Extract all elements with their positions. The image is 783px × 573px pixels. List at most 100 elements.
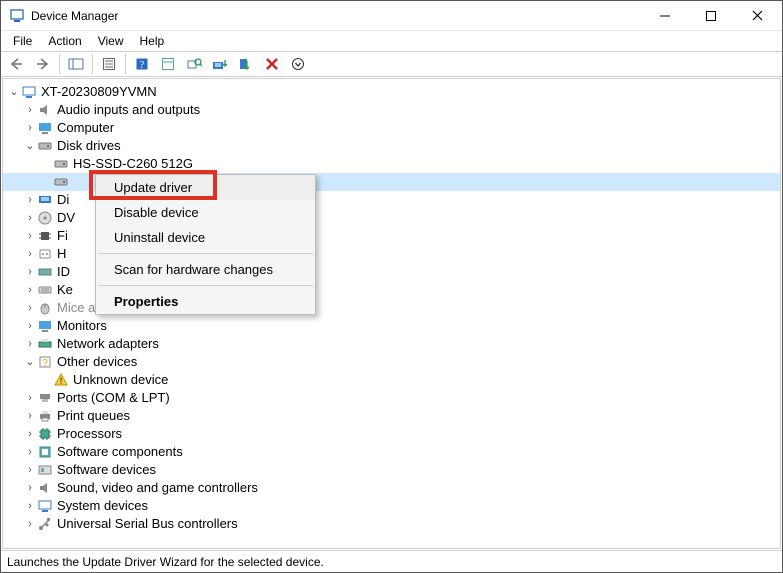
menu-help[interactable]: Help (132, 32, 173, 50)
action-icon-button[interactable] (156, 53, 180, 75)
menu-file[interactable]: File (5, 32, 40, 50)
software-device-icon (37, 462, 53, 478)
expand-toggle[interactable]: › (23, 245, 37, 263)
disk-icon (53, 156, 69, 172)
expand-toggle[interactable]: ⌄ (23, 353, 37, 371)
dvd-icon (37, 210, 53, 226)
tree-label: Monitors (57, 317, 107, 335)
titlebar: Device Manager (1, 1, 782, 31)
tree-node-software-components[interactable]: › Software components (3, 443, 780, 461)
system-device-icon (37, 498, 53, 514)
tree-node-print-queues[interactable]: › Print queues (3, 407, 780, 425)
tree-label: Ke (57, 281, 73, 299)
update-driver-toolbar-button[interactable] (208, 53, 232, 75)
chip-icon (37, 228, 53, 244)
forward-button[interactable] (31, 53, 55, 75)
expand-toggle[interactable]: › (23, 299, 37, 317)
expand-toggle[interactable]: › (23, 101, 37, 119)
statusbar-text: Launches the Update Driver Wizard for th… (7, 555, 324, 569)
expand-toggle[interactable]: › (23, 209, 37, 227)
expand-toggle[interactable]: › (23, 263, 37, 281)
context-properties[interactable]: Properties (96, 289, 315, 314)
tree-label: Network adapters (57, 335, 159, 353)
tree-node-processors[interactable]: › Processors (3, 425, 780, 443)
expand-toggle[interactable]: › (23, 497, 37, 515)
tree-label: Disk drives (57, 137, 121, 155)
disable-device-toolbar-button[interactable] (234, 53, 258, 75)
device-tree-panel[interactable]: ⌄ XT-20230809YVMN › Audio inputs and out… (2, 78, 781, 549)
expand-toggle[interactable]: › (23, 389, 37, 407)
tree-label: DV (57, 209, 75, 227)
expand-toggle[interactable]: › (23, 425, 37, 443)
app-icon (9, 8, 25, 24)
tree-label: Other devices (57, 353, 137, 371)
svg-text:?: ? (140, 60, 145, 71)
properties-button[interactable] (97, 53, 121, 75)
svg-text:?: ? (42, 358, 48, 369)
back-button[interactable] (5, 53, 29, 75)
warning-icon: ! (53, 372, 69, 388)
tree-node-audio[interactable]: › Audio inputs and outputs (3, 101, 780, 119)
context-separator (98, 253, 313, 254)
expand-toggle[interactable]: › (23, 515, 37, 533)
tree-label: Universal Serial Bus controllers (57, 515, 238, 533)
tree-node-usb[interactable]: › Universal Serial Bus controllers (3, 515, 780, 533)
disk-icon (37, 138, 53, 154)
tree-node-ports[interactable]: › Ports (COM & LPT) (3, 389, 780, 407)
toolbar: ? (1, 51, 782, 77)
tree-node-computer[interactable]: › Computer (3, 119, 780, 137)
tree-label: Print queues (57, 407, 130, 425)
minimize-button[interactable] (642, 1, 688, 31)
tree-label: Audio inputs and outputs (57, 101, 200, 119)
tree-node-disk-drives[interactable]: ⌄ Disk drives (3, 137, 780, 155)
expand-toggle[interactable]: ⌄ (23, 137, 37, 155)
hid-icon (37, 246, 53, 262)
uninstall-device-toolbar-button[interactable] (260, 53, 284, 75)
context-disable-device[interactable]: Disable device (96, 200, 315, 225)
maximize-button[interactable] (688, 1, 734, 31)
context-uninstall-device[interactable]: Uninstall device (96, 225, 315, 250)
show-hide-tree-button[interactable] (64, 53, 88, 75)
expand-toggle[interactable]: › (23, 407, 37, 425)
tree-node-system-devices[interactable]: › System devices (3, 497, 780, 515)
expand-toggle[interactable]: ⌄ (7, 83, 21, 101)
menu-view[interactable]: View (90, 32, 132, 50)
tree-label: ID (57, 263, 70, 281)
expand-toggle[interactable]: › (23, 461, 37, 479)
context-menu: Update driver Disable device Uninstall d… (95, 174, 316, 315)
expand-toggle[interactable]: › (23, 443, 37, 461)
expand-toggle[interactable]: › (23, 227, 37, 245)
expand-toggle[interactable]: › (23, 317, 37, 335)
help-button[interactable]: ? (130, 53, 154, 75)
tree-root[interactable]: ⌄ XT-20230809YVMN (3, 83, 780, 101)
expand-toggle[interactable]: › (23, 119, 37, 137)
context-scan-hardware[interactable]: Scan for hardware changes (96, 257, 315, 282)
tree-label: Fi (57, 227, 68, 245)
tree-node-ssd[interactable]: HS-SSD-C260 512G (3, 155, 780, 173)
menu-action[interactable]: Action (40, 32, 89, 50)
tree-node-network[interactable]: › Network adapters (3, 335, 780, 353)
tree-node-sound[interactable]: › Sound, video and game controllers (3, 479, 780, 497)
tree-node-software-devices[interactable]: › Software devices (3, 461, 780, 479)
expand-toggle[interactable]: › (23, 335, 37, 353)
tree-label: XT-20230809YVMN (41, 83, 157, 101)
window-title: Device Manager (31, 9, 642, 23)
down-action-button[interactable] (286, 53, 310, 75)
tree-label: Software components (57, 443, 183, 461)
expand-toggle[interactable]: › (23, 191, 37, 209)
context-item-label: Scan for hardware changes (114, 262, 273, 277)
close-button[interactable] (734, 1, 780, 31)
tree-node-other-devices[interactable]: ⌄ ? Other devices (3, 353, 780, 371)
network-icon (37, 336, 53, 352)
tree-node-monitors[interactable]: › Monitors (3, 317, 780, 335)
expand-toggle[interactable]: › (23, 281, 37, 299)
monitor-icon (37, 318, 53, 334)
tree-label: Processors (57, 425, 122, 443)
expand-toggle[interactable]: › (23, 479, 37, 497)
scan-hardware-button[interactable] (182, 53, 206, 75)
context-update-driver[interactable]: Update driver (96, 175, 315, 200)
context-item-label: Update driver (114, 180, 192, 195)
tree-node-unknown-device[interactable]: ! Unknown device (3, 371, 780, 389)
context-item-label: Disable device (114, 205, 199, 220)
context-separator (98, 285, 313, 286)
